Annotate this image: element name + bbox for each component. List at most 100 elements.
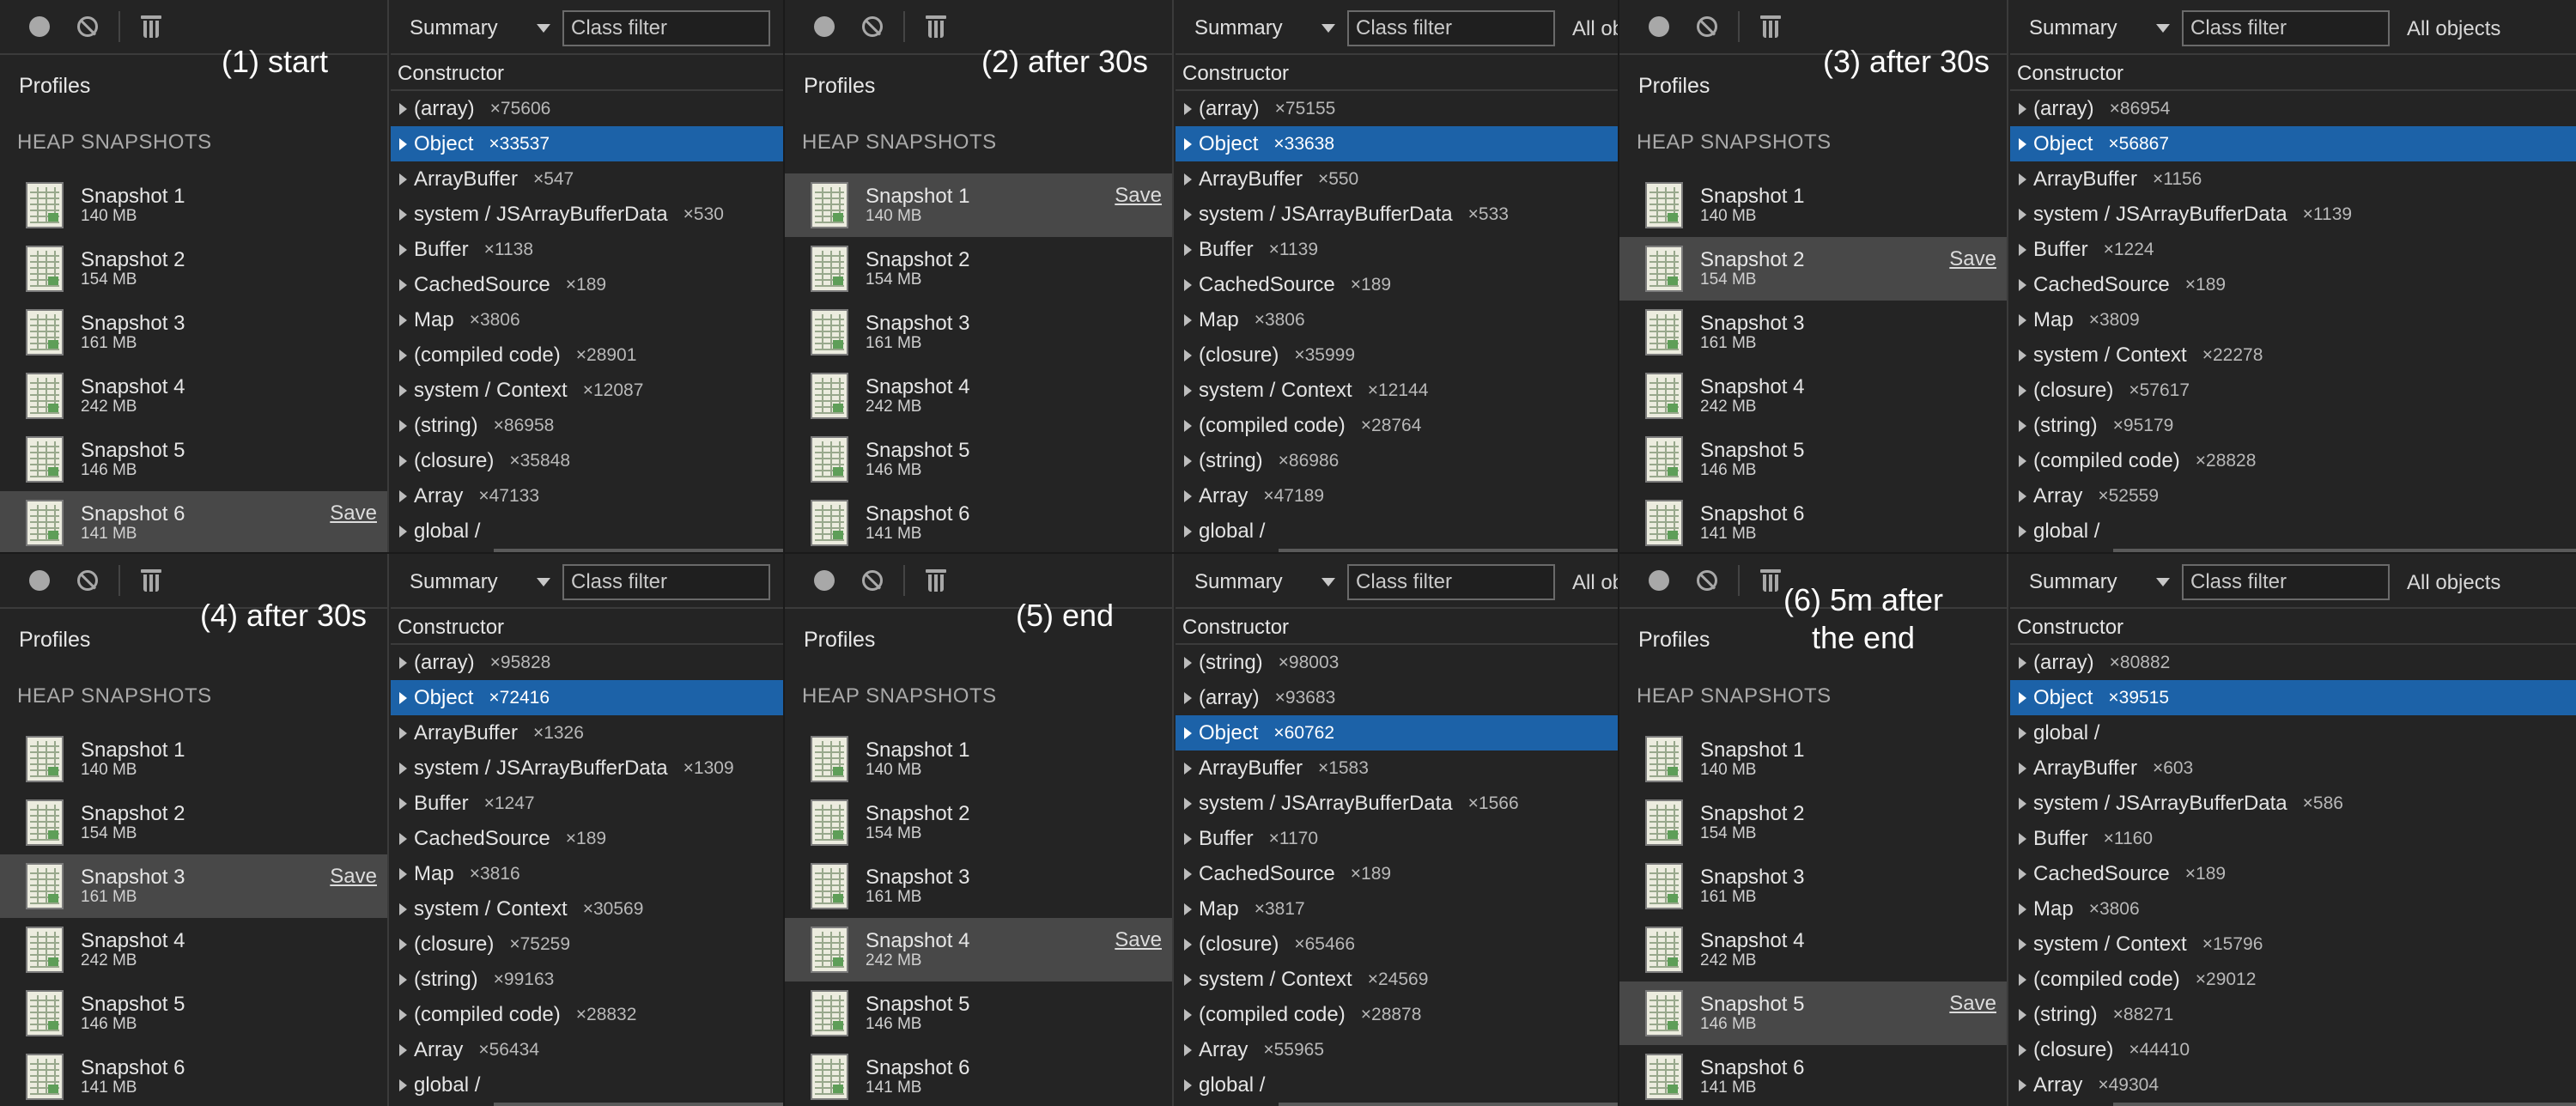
expand-arrow-icon[interactable] [1184,278,1192,291]
summary-dropdown[interactable]: Summary [399,565,559,599]
table-row[interactable]: (string) ×95179 [2010,408,2576,443]
snapshot-item[interactable]: Snapshot 4 242 MB [0,364,387,428]
table-row[interactable]: ArrayBuffer ×547 [391,161,783,197]
table-row[interactable]: Map ×3806 [2010,891,2576,927]
table-row[interactable]: Map ×3806 [391,302,783,337]
table-row[interactable]: (string) ×86958 [391,408,783,443]
snapshot-item[interactable]: Snapshot 5 146 MB [1619,428,2007,491]
snapshot-item[interactable]: Snapshot 6 141 MB Save [0,491,387,552]
expand-arrow-icon[interactable] [2019,454,2026,467]
expand-arrow-icon[interactable] [399,1079,407,1091]
table-row[interactable]: (array) ×95828 [391,645,783,680]
expand-arrow-icon[interactable] [1184,313,1192,326]
snapshot-item[interactable]: Snapshot 3 161 MB [785,854,1172,918]
table-row[interactable]: global / [391,1067,783,1103]
table-row[interactable]: Object ×60762 [1176,715,1618,750]
horizontal-scrollbar[interactable] [1279,1103,1618,1106]
snapshot-item[interactable]: Snapshot 1 140 MB [0,727,387,791]
expand-arrow-icon[interactable] [399,137,407,150]
table-row[interactable]: Map ×3809 [2010,302,2576,337]
expand-arrow-icon[interactable] [399,762,407,775]
table-row[interactable]: system / JSArrayBufferData ×1566 [1176,786,1618,821]
record-button[interactable] [1635,554,1683,608]
snapshot-item[interactable]: Snapshot 5 146 MB Save [1619,981,2007,1045]
expand-arrow-icon[interactable] [399,208,407,221]
expand-arrow-icon[interactable] [2019,797,2026,810]
expand-arrow-icon[interactable] [1184,454,1192,467]
clear-button[interactable] [848,554,896,608]
expand-arrow-icon[interactable] [1184,384,1192,397]
constructor-column-header[interactable]: Constructor [391,609,783,645]
expand-arrow-icon[interactable] [399,938,407,951]
table-row[interactable]: (string) ×99163 [391,962,783,997]
snapshot-item[interactable]: Snapshot 2 154 MB [785,237,1172,301]
snapshot-item[interactable]: Snapshot 6 141 MB [1619,1045,2007,1106]
expand-arrow-icon[interactable] [1184,419,1192,432]
table-row[interactable]: Array ×55965 [1176,1032,1618,1067]
expand-arrow-icon[interactable] [1184,137,1192,150]
expand-arrow-icon[interactable] [2019,278,2026,291]
horizontal-scrollbar[interactable] [494,549,783,552]
table-row[interactable]: (array) ×75606 [391,91,783,126]
expand-arrow-icon[interactable] [399,973,407,986]
delete-button[interactable] [127,554,175,608]
delete-button[interactable] [912,554,960,608]
expand-arrow-icon[interactable] [1184,173,1192,185]
table-row[interactable]: system / Context ×15796 [2010,927,2576,962]
horizontal-scrollbar[interactable] [494,1103,783,1106]
snapshot-item[interactable]: Snapshot 4 242 MB [0,918,387,981]
expand-arrow-icon[interactable] [399,489,407,502]
snapshot-item[interactable]: Snapshot 4 242 MB [785,364,1172,428]
clear-button[interactable] [848,0,896,54]
record-button[interactable] [15,554,64,608]
table-row[interactable]: CachedSource ×189 [2010,267,2576,302]
all-objects-dropdown[interactable]: All objects [2407,17,2500,41]
snapshot-item[interactable]: Snapshot 6 141 MB [0,1045,387,1106]
delete-button[interactable] [1747,0,1795,54]
expand-arrow-icon[interactable] [1184,726,1192,739]
table-row[interactable]: system / Context ×12144 [1176,373,1618,408]
table-row[interactable]: (closure) ×35999 [1176,337,1618,373]
table-row[interactable]: (array) ×80882 [2010,645,2576,680]
expand-arrow-icon[interactable] [399,525,407,538]
save-link[interactable]: Save [1115,928,1162,952]
horizontal-scrollbar[interactable] [1279,549,1618,552]
expand-arrow-icon[interactable] [1184,832,1192,845]
table-row[interactable]: (string) ×98003 [1176,645,1618,680]
expand-arrow-icon[interactable] [2019,173,2026,185]
table-row[interactable]: ArrayBuffer ×1583 [1176,750,1618,786]
expand-arrow-icon[interactable] [1184,1043,1192,1056]
expand-arrow-icon[interactable] [399,902,407,915]
class-filter-input[interactable] [562,564,770,600]
table-row[interactable]: global / [2010,715,2576,750]
table-row[interactable]: Buffer ×1139 [1176,232,1618,267]
expand-arrow-icon[interactable] [2019,1079,2026,1091]
table-row[interactable]: global / [391,514,783,549]
all-objects-dropdown[interactable]: All objects [1572,571,1618,595]
snapshot-item[interactable]: Snapshot 3 161 MB Save [0,854,387,918]
save-link[interactable]: Save [1949,992,1996,1016]
constructor-column-header[interactable]: Constructor [2010,609,2576,645]
snapshot-item[interactable]: Snapshot 4 242 MB [1619,918,2007,981]
table-row[interactable]: (array) ×86954 [2010,91,2576,126]
table-row[interactable]: Object ×39515 [2010,680,2576,715]
class-filter-input[interactable] [1347,10,1555,46]
horizontal-scrollbar[interactable] [2113,549,2576,552]
constructor-column-header[interactable]: Constructor [2010,55,2576,91]
expand-arrow-icon[interactable] [399,243,407,256]
snapshot-item[interactable]: Snapshot 4 242 MB [1619,364,2007,428]
table-row[interactable]: system / Context ×30569 [391,891,783,927]
expand-arrow-icon[interactable] [2019,867,2026,880]
table-row[interactable]: global / [2010,514,2576,549]
expand-arrow-icon[interactable] [399,1043,407,1056]
expand-arrow-icon[interactable] [399,867,407,880]
summary-dropdown[interactable]: Summary [2019,565,2178,599]
save-link[interactable]: Save [330,501,377,526]
expand-arrow-icon[interactable] [1184,1008,1192,1021]
record-button[interactable] [800,0,848,54]
class-filter-input[interactable] [2182,564,2390,600]
table-row[interactable]: Array ×49304 [2010,1067,2576,1103]
table-row[interactable]: (string) ×86986 [1176,443,1618,478]
expand-arrow-icon[interactable] [1184,489,1192,502]
horizontal-scrollbar[interactable] [2113,1103,2576,1106]
